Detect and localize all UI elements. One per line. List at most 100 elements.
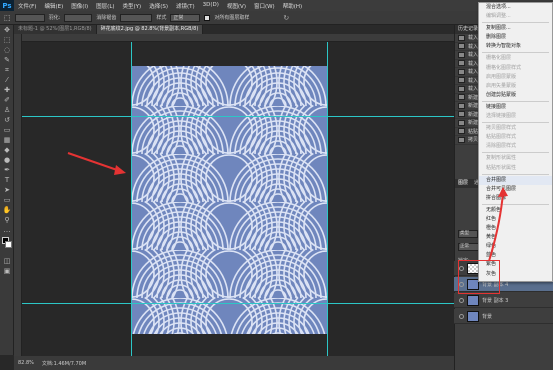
menu-separator [482, 100, 549, 102]
history-state-icon [458, 128, 465, 135]
history-state-icon [458, 111, 465, 118]
context-menu-item: 启用图层蒙版 [486, 73, 517, 80]
context-menu-item[interactable]: 混合选项... [479, 3, 552, 12]
context-menu-item[interactable]: 删除图层 [479, 33, 552, 42]
refresh-icon[interactable]: ↻ [283, 14, 289, 22]
menu-separator [482, 52, 549, 54]
stamp-tool-icon[interactable]: ♙ [2, 106, 12, 115]
all-layers-checkbox[interactable] [204, 14, 211, 21]
layer-thumbnail [467, 294, 479, 306]
history-brush-tool-icon[interactable]: ↺ [2, 116, 12, 125]
history-state-icon [458, 60, 465, 67]
context-menu-item: 复制形状属性 [486, 155, 517, 162]
hand-tool-icon[interactable]: ✋ [2, 206, 12, 215]
options-bar: ⬚ 羽化: 消除锯齿 样式 正常 对所有图层取样 ↻ [0, 11, 553, 25]
scale-pattern-image [131, 66, 328, 334]
horizontal-ruler [22, 34, 454, 42]
style-label: 样式 [156, 15, 167, 21]
history-state-icon [458, 102, 465, 109]
guide-line-vertical[interactable] [131, 42, 132, 356]
path-select-tool-icon[interactable]: ➤ [2, 186, 12, 195]
tools-panel: ✥ ⬚ ◌ ✎ ⌗ ⁄ ✚ ✐ ♙ ↺ ▭ ▦ ◆ ● ✒ T ➤ ▭ ✋ ⚲ … [0, 25, 14, 355]
lasso-tool-icon[interactable]: ◌ [2, 46, 12, 55]
context-menu-item[interactable]: 转换为智能对象 [479, 42, 552, 51]
healing-tool-icon[interactable]: ✚ [2, 86, 12, 95]
dodge-tool-icon[interactable]: ● [2, 156, 12, 165]
blur-tool-icon[interactable]: ◆ [2, 146, 12, 155]
history-state-icon [458, 119, 465, 126]
context-menu-item: 启用矢量蒙版 [486, 82, 517, 89]
history-state-icon [458, 51, 465, 58]
menu-item[interactable]: 文件(F) [14, 2, 40, 10]
vertical-ruler [14, 34, 22, 356]
quick-mask-icon[interactable]: ◫ [2, 257, 12, 266]
marquee-tool-icon[interactable]: ⬚ [4, 14, 11, 22]
menu-item[interactable]: 视图(V) [223, 2, 250, 10]
guide-line-vertical[interactable] [327, 42, 328, 356]
context-menu-item[interactable]: 链接图层 [479, 103, 552, 112]
shape-tool-icon[interactable]: ▭ [2, 196, 12, 205]
document-size: 文档:1.46M/7.70M [41, 360, 87, 367]
brush-tool-icon[interactable]: ✐ [2, 96, 12, 105]
tab-layers[interactable]: 图层 [458, 179, 468, 188]
crop-tool-icon[interactable]: ⌗ [2, 66, 12, 75]
marquee-mode-select[interactable] [14, 13, 45, 22]
style-select[interactable]: 正常 [170, 13, 201, 22]
eyedropper-tool-icon[interactable]: ⁄ [2, 76, 12, 85]
context-menu-item: 粘贴形状属性 [486, 164, 517, 171]
visibility-eye-icon[interactable] [459, 313, 464, 319]
menu-item[interactable]: 图像(I) [67, 2, 92, 10]
layer-kind-select[interactable]: 类型 [458, 230, 478, 238]
history-state-icon [458, 68, 465, 75]
pen-tool-icon[interactable]: ✒ [2, 166, 12, 175]
screen-mode-icon[interactable]: ▣ [2, 267, 12, 276]
zoom-tool-icon[interactable]: ⚲ [2, 216, 12, 225]
background-color[interactable] [5, 241, 12, 248]
photoshop-logo: Ps [0, 0, 14, 11]
move-tool-icon[interactable]: ✥ [2, 26, 12, 35]
context-menu-item[interactable]: 复制图层... [479, 24, 552, 33]
gradient-tool-icon[interactable]: ▦ [2, 136, 12, 145]
history-state-icon [458, 34, 465, 41]
layer-name: 背景 副本 3 [482, 297, 509, 304]
menu-separator [482, 22, 549, 24]
menu-item[interactable]: 选择(S) [145, 2, 172, 10]
context-menu-item: 粘贴图层样式 [486, 134, 517, 141]
eraser-tool-icon[interactable]: ▭ [2, 126, 12, 135]
menu-separator [482, 152, 549, 154]
layer-row[interactable]: 背景 副本 3 [454, 293, 553, 308]
menu-item[interactable]: 编辑(E) [40, 2, 67, 10]
visibility-eye-icon[interactable] [459, 297, 464, 303]
type-tool-icon[interactable]: T [2, 176, 12, 185]
marquee-tool-icon[interactable]: ⬚ [2, 36, 12, 45]
antialias-field[interactable] [120, 13, 153, 22]
menu-item[interactable]: 图层(L) [92, 2, 118, 10]
menu-item[interactable]: 窗口(W) [250, 2, 279, 10]
menu-item[interactable]: 类型(Y) [119, 2, 146, 10]
layer-name: 背景 [482, 313, 493, 320]
annotation-arrow [67, 152, 126, 175]
context-menu-item: 栅格化图层样式 [486, 64, 522, 71]
color-swatches[interactable] [2, 237, 12, 255]
guide-line-horizontal[interactable] [22, 303, 454, 304]
history-state-icon [458, 136, 465, 143]
context-menu-item: 选择链接图层 [486, 113, 517, 120]
menu-item[interactable]: 帮助(H) [279, 2, 306, 10]
tab-active-document[interactable]: 碎花底纹2.jpg @ 82.8%(背景副本,RGB/8) [96, 25, 204, 34]
layer-row[interactable]: 背景 [454, 309, 553, 324]
tab-untitled[interactable]: 未标题-1 @ 52%(图层1,RGB/8) [14, 25, 97, 34]
zoom-level[interactable]: 82.8% [18, 360, 34, 366]
context-menu-item[interactable]: 创建剪贴蒙版 [479, 91, 552, 100]
context-menu-item[interactable]: 合并图层 [479, 175, 552, 185]
quick-select-tool-icon[interactable]: ✎ [2, 56, 12, 65]
menu-item[interactable]: 3D(D) [199, 2, 223, 10]
document-canvas[interactable] [131, 66, 328, 334]
feather-input[interactable] [64, 13, 93, 22]
antialias-label: 消除锯齿 [96, 15, 117, 21]
more-tools-icon[interactable]: … [2, 226, 12, 235]
menu-item[interactable]: 滤镜(T) [172, 2, 199, 10]
menu-bar: Ps 文件(F) 编辑(E) 图像(I) 图层(L) 类型(Y) 选择(S) 滤镜(T) 3D… [0, 0, 553, 11]
all-layers-label: 对所有图层取样 [214, 15, 250, 21]
guide-line-horizontal[interactable] [22, 116, 454, 117]
layers-highlight-box [458, 260, 500, 294]
